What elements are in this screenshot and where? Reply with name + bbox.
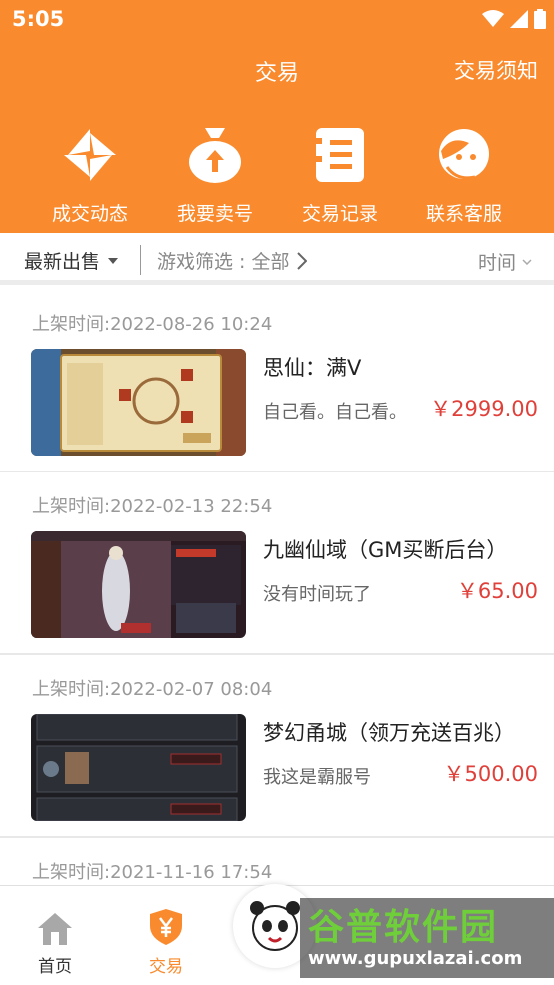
quick-menu-label: 联系客服 [425,203,502,225]
listing-date: 上架时间:2021-11-16 17:54 [32,862,273,883]
listing-description: 没有时间玩了 [263,584,371,605]
listing-description: 自己看。自己看。 [263,402,407,423]
record-icon [280,124,400,186]
listing-thumbnail [31,714,246,821]
tab-home-label: 首页 [38,957,72,977]
status-bar: 5:05 [0,0,554,38]
customer-service-icon [404,124,524,186]
listing-title: 思仙：满V [263,356,362,380]
money-bag-icon [155,124,275,186]
tab-home[interactable]: 首页 [0,886,110,977]
deals-icon [30,124,150,186]
listing-item[interactable]: 上架时间:2022-02-13 22:54 九幽仙域（GM买断后台） 没有时间玩… [0,472,554,655]
listing-price: ￥500.00 [443,762,538,786]
listing-item[interactable]: 上架时间:2022-08-26 10:24 思仙：满V 自己看。自己看。 ￥29… [0,290,554,473]
tab-trade-label: 交易 [149,957,183,977]
game-filter[interactable]: 游戏筛选 : 全部 [157,247,308,274]
quick-menu-service[interactable]: 联系客服 [404,124,524,226]
listing-date: 上架时间:2022-02-13 22:54 [32,496,273,517]
trade-notice-link[interactable]: 交易须知 [454,55,538,85]
caret-down-icon [108,257,119,264]
time-sort-label: 时间 [477,252,516,274]
listing-thumbnail [31,349,246,456]
quick-menu: 成交动态 我要卖号 交易记录 联系客服 [0,124,554,229]
listing-description: 我这是霸服号 [263,767,371,788]
watermark-title: 谷普软件园 [308,907,499,948]
sort-dropdown[interactable]: 最新出售 [24,247,119,274]
sort-label: 最新出售 [24,251,101,273]
signal-icon [510,10,528,28]
wifi-icon [482,10,504,27]
game-filter-label: 游戏筛选 : 全部 [157,251,290,273]
quick-menu-deals[interactable]: 成交动态 [30,124,150,226]
listing-date: 上架时间:2022-02-07 08:04 [32,679,273,700]
status-icons [482,9,546,29]
battery-icon [534,9,546,29]
panda-logo-icon [250,901,300,951]
quick-menu-sell[interactable]: 我要卖号 [155,124,275,226]
time-sort[interactable]: 时间 [478,248,532,275]
tab-trade[interactable]: 交易 [111,886,221,977]
listing-item[interactable]: 上架时间:2022-02-07 08:04 梦幻甬城（领万充送百兆） 我这是霸服… [0,655,554,838]
listing-title: 梦幻甬城（领万充送百兆） [263,721,515,745]
listing-thumbnail [31,531,246,638]
listing-title: 九幽仙域（GM买断后台） [263,538,508,562]
watermark-url: www.gupuxlazai.com [308,948,523,969]
quick-menu-label: 成交动态 [51,203,128,225]
listing-price: ￥65.00 [456,579,538,603]
chevron-right-icon [297,251,308,270]
shield-yen-icon [111,886,221,946]
divider [140,245,141,275]
quick-menu-label: 我要卖号 [176,203,253,225]
status-time: 5:05 [12,7,65,31]
watermark: 谷普软件园 www.gupuxlazai.com [300,898,554,978]
listing-date: 上架时间:2022-08-26 10:24 [32,314,273,335]
chevron-down-icon [522,258,532,265]
header: 5:05 交易 交易须知 成交动态 我要卖号 交易记录 联系客服 [0,0,554,233]
home-icon [0,886,110,946]
listing-price: ￥2999.00 [430,397,538,421]
quick-menu-records[interactable]: 交易记录 [280,124,400,226]
filter-bar: 最新出售 游戏筛选 : 全部 时间 [0,233,554,285]
quick-menu-label: 交易记录 [301,203,378,225]
